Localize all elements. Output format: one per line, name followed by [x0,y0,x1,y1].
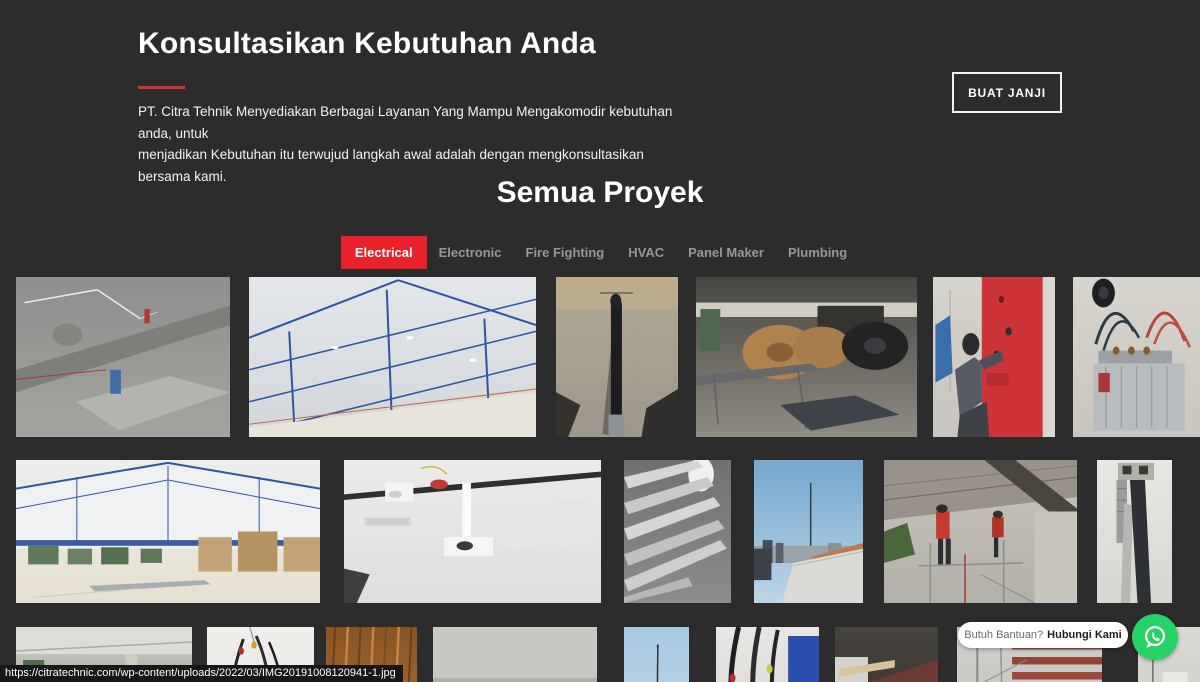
gallery-image-antenna-sky[interactable] [624,627,689,682]
whatsapp-button[interactable] [1132,614,1178,660]
project-gallery [0,0,1200,682]
gallery-image-ceiling-installation-workers[interactable] [884,460,1077,603]
gallery-image-projector-ceiling[interactable] [344,460,601,603]
gallery-image-cable-bundle-closeup[interactable] [716,627,819,682]
chat-help-text-bold: Hubungi Kami [1047,629,1122,641]
gallery-image-blue-roof-structure[interactable] [249,277,536,437]
gallery-image-lightning-rod[interactable] [556,277,678,437]
gallery-image-hallway-ceiling[interactable] [835,627,938,682]
gallery-image-electrician-red-panel[interactable] [933,277,1055,437]
whatsapp-icon [1140,622,1170,652]
gallery-image-plain-ceiling[interactable] [433,627,597,682]
gallery-image-cable-drums-workshop[interactable] [696,277,917,437]
gallery-image-warehouse-interior[interactable] [16,460,320,603]
page: Konsultasikan Kebutuhan Anda PT. Citra T… [0,0,1200,682]
gallery-image-concrete-ceiling-piping[interactable] [16,277,230,437]
gallery-image-riser-cables[interactable] [1097,460,1172,603]
chat-help-text: Butuh Bantuan? [964,629,1043,641]
gallery-image-rooftop-sky-pole[interactable] [754,460,863,603]
gallery-image-cable-tray-stack[interactable] [624,460,731,603]
gallery-image-transformer-cables[interactable] [1073,277,1200,437]
status-bar-url: https://citratechnic.com/wp-content/uplo… [0,665,403,682]
chat-help-pill[interactable]: Butuh Bantuan? Hubungi Kami [958,622,1128,648]
